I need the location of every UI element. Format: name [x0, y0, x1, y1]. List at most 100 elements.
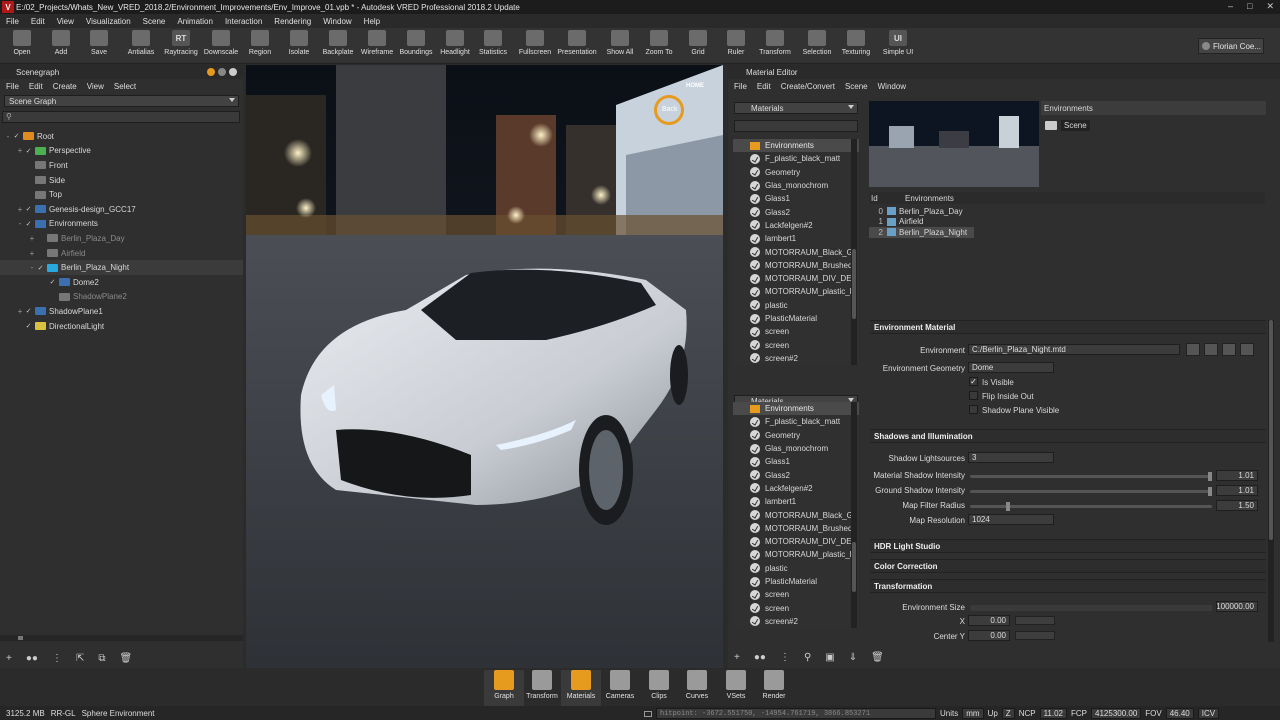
tree-node[interactable]: Side	[0, 173, 243, 188]
toolbar-backplate-button[interactable]: Backplate	[318, 30, 358, 62]
visibility-checkbox[interactable]: ✓	[48, 278, 57, 286]
material-hierarchy-icon[interactable]: ⋮	[780, 652, 790, 663]
ground-shadow-slider[interactable]	[970, 487, 1212, 496]
section-transformation[interactable]: Transformation	[870, 579, 1266, 593]
menu-edit[interactable]: Edit	[31, 17, 45, 26]
scenegraph-horizontal-scrollbar[interactable]	[0, 635, 243, 641]
section-environment-material[interactable]: Environment Material	[870, 320, 1266, 334]
dock-curves-button[interactable]: Curves	[677, 670, 717, 706]
material-list-item[interactable]: MOTORRAUM_plastic_b	[733, 548, 859, 561]
flip-inside-out-checkbox[interactable]	[969, 391, 978, 400]
visibility-checkbox[interactable]: ✓	[24, 322, 33, 330]
dock-cameras-button[interactable]: Cameras	[600, 670, 640, 706]
toolbar-isolate-button[interactable]: Isolate	[279, 30, 319, 62]
map-filter-field[interactable]: 1.50	[1216, 500, 1258, 511]
material-list-item[interactable]: Glass2	[733, 205, 859, 218]
section-shadows[interactable]: Shadows and Illumination	[870, 429, 1266, 443]
material-list-item[interactable]: lambert1	[733, 495, 859, 508]
dock-materials-button[interactable]: Materials	[561, 670, 601, 706]
material-apply-icon[interactable]: ▣	[825, 652, 834, 663]
toolbar-grid-button[interactable]: Grid	[678, 30, 718, 62]
toolbar-downscale-button[interactable]: Downscale	[201, 30, 241, 62]
add-material-icon[interactable]: +	[734, 652, 740, 663]
tree-node[interactable]: Top	[0, 187, 243, 202]
center-y-field[interactable]: 0.00	[968, 630, 1010, 641]
user-account-button[interactable]: Florian Coe...	[1198, 38, 1264, 54]
me-menu-scene[interactable]: Scene	[845, 82, 868, 91]
x-field[interactable]: 0.00	[968, 615, 1010, 626]
menu-view[interactable]: View	[57, 17, 74, 26]
expand-toggle-icon[interactable]: -	[16, 219, 24, 228]
tree-node[interactable]: ShadowPlane2	[0, 290, 243, 305]
toolbar-ruler-button[interactable]: Ruler	[716, 30, 756, 62]
tree-node[interactable]: - ✓ Environments	[0, 217, 243, 232]
dock-transform-button[interactable]: Transform	[522, 670, 562, 706]
hierarchy-icon[interactable]: ⋮	[52, 653, 62, 664]
sg-menu-edit[interactable]: Edit	[29, 82, 43, 91]
material-list-item[interactable]: Glas_monochrom	[733, 179, 859, 192]
toolbar-show-all-button[interactable]: Show All	[600, 30, 640, 62]
toolbar-antialias-button[interactable]: Antialias	[121, 30, 161, 62]
menu-rendering[interactable]: Rendering	[274, 17, 311, 26]
is-visible-checkbox[interactable]: ✓	[969, 377, 978, 386]
material-shadow-knob[interactable]	[1208, 472, 1212, 481]
material-list-item[interactable]: F_plastic_black_matt	[733, 152, 859, 165]
navcube-home-label[interactable]: HOME	[686, 83, 704, 89]
toolbar-simple-ui-button[interactable]: UI Simple UI	[878, 30, 918, 62]
expand-toggle-icon[interactable]: -	[28, 263, 36, 272]
menu-interaction[interactable]: Interaction	[225, 17, 262, 26]
menu-scene[interactable]: Scene	[143, 17, 166, 26]
reload-icon[interactable]	[1222, 343, 1236, 356]
env-table-row[interactable]: 0 Berlin_Plaza_Day	[869, 206, 1265, 217]
menu-help[interactable]: Help	[364, 17, 380, 26]
close-panel-icon[interactable]	[229, 68, 237, 76]
toolbar-save-button[interactable]: Save	[79, 30, 119, 62]
material-pick-icon[interactable]: ⇓	[849, 652, 857, 663]
group-icon[interactable]: ●●	[26, 653, 38, 664]
menu-visualization[interactable]: Visualization	[86, 17, 131, 26]
tree-node[interactable]: ✓ DirectionalLight	[0, 319, 243, 334]
tree-node[interactable]: ✓ Dome2	[0, 275, 243, 290]
expand-toggle-icon[interactable]: +	[28, 249, 36, 258]
material-list-item[interactable]: Glas_monochrom	[733, 442, 859, 455]
section-hdr-light-studio[interactable]: HDR Light Studio	[870, 539, 1266, 553]
env-geometry-dropdown[interactable]: Dome	[968, 362, 1054, 373]
material-list-item[interactable]: MOTORRAUM_DIV_DEC	[733, 535, 859, 548]
materials-search-input[interactable]	[734, 120, 858, 132]
scene-graph-dropdown[interactable]: Scene Graph	[4, 95, 239, 107]
material-list-item[interactable]: lambert1	[733, 232, 859, 245]
material-shadow-field[interactable]: 1.01	[1216, 470, 1258, 481]
minimize-icon[interactable]: –	[1228, 1, 1233, 12]
material-list-item[interactable]: plastic	[733, 562, 859, 575]
me-menu-edit[interactable]: Edit	[757, 82, 771, 91]
material-list-item[interactable]: screen	[733, 588, 859, 601]
delete-node-icon[interactable]: 🗑	[119, 653, 132, 664]
units-dropdown[interactable]: mm	[962, 708, 984, 719]
toolbar-raytracing-button[interactable]: RT Raytracing	[161, 30, 201, 62]
material-list-item[interactable]: MOTORRAUM_Brushed	[733, 259, 859, 272]
icv-field[interactable]: ICV	[1197, 708, 1220, 719]
fcp-field[interactable]: 4125300.00	[1091, 708, 1142, 719]
material-list-item[interactable]: screen	[733, 338, 859, 351]
material-list-item[interactable]: MOTORRAUM_DIV_DEC	[733, 272, 859, 285]
material-list-item[interactable]: PlasticMaterial	[733, 575, 859, 588]
sg-menu-create[interactable]: Create	[53, 82, 77, 91]
toolbar-fullscreen-button[interactable]: Fullscreen	[515, 30, 555, 62]
material-shadow-slider[interactable]	[970, 472, 1212, 481]
tree-node[interactable]: + ✓ ShadowPlane1	[0, 304, 243, 319]
menu-window[interactable]: Window	[323, 17, 351, 26]
panel-menu-icon[interactable]	[207, 68, 215, 76]
dock-clips-button[interactable]: Clips	[639, 670, 679, 706]
x-jog-wheel[interactable]	[1015, 616, 1055, 625]
scene-toggle[interactable]: Scene	[1045, 120, 1090, 131]
material-list-item[interactable]: Geometry	[733, 166, 859, 179]
toolbar-selection-button[interactable]: Selection	[797, 30, 837, 62]
up-axis-dropdown[interactable]: Z	[1001, 708, 1015, 719]
environment-path-field[interactable]: C:/Berlin_Plaza_Night.mtd	[968, 344, 1180, 355]
expand-toggle-icon[interactable]: +	[16, 146, 24, 155]
close-icon[interactable]: ✕	[1266, 1, 1274, 12]
shadow-lightsources-spinner[interactable]: 3	[968, 452, 1054, 463]
tree-node[interactable]: - ✓ Root	[0, 129, 243, 144]
material-list-item[interactable]: plastic	[733, 299, 859, 312]
move-node-icon[interactable]: ⇱	[76, 653, 84, 664]
